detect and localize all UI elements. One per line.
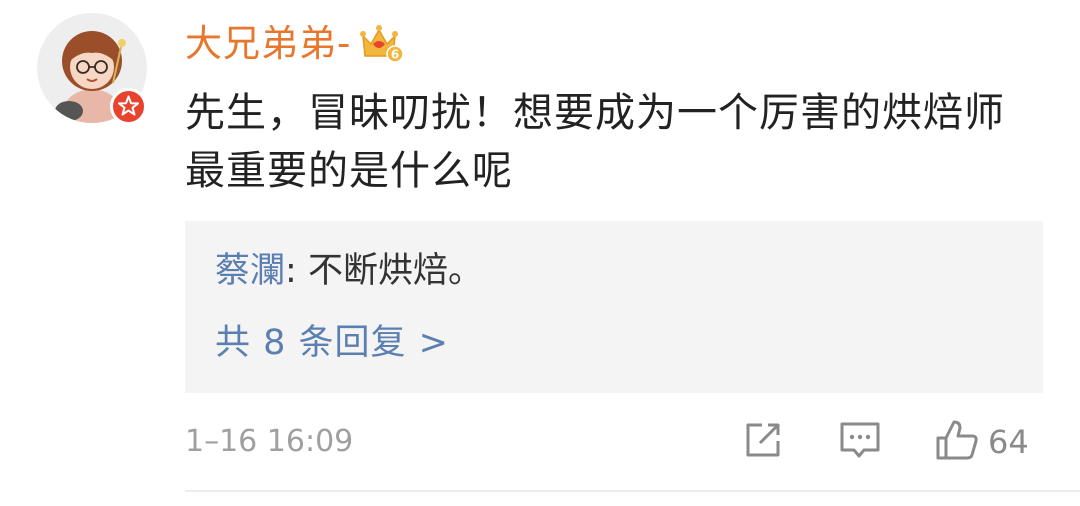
comment-text: 先生，冒昧叨扰！想要成为一个厉害的烘焙师最重要的是什么呢 [185, 90, 1005, 194]
share-button[interactable] [742, 419, 784, 465]
level-number: 6 [391, 48, 399, 62]
reply-author[interactable]: 蔡瀾 [215, 251, 285, 291]
username-row: 大兄弟弟- 6 [185, 18, 405, 68]
comment-item: 大兄弟弟- 6 先生，冒昧叨扰！想要成为一个厉害的烘焙师最重要的是什么呢 蔡瀾:… [0, 0, 1080, 506]
thumbs-up-icon [934, 418, 980, 466]
reply-text: 不断烘焙。 [307, 251, 483, 291]
verified-star-badge-icon [110, 88, 147, 125]
view-all-replies-link[interactable]: 共 8 条回复 > [215, 321, 449, 365]
like-button[interactable]: 64 [934, 419, 1029, 465]
comment-icon [838, 418, 882, 466]
crown-level-icon[interactable]: 6 [359, 22, 405, 64]
reply-separator: : [285, 251, 308, 291]
reply-preview-line: 蔡瀾: 不断烘焙。 [215, 249, 483, 293]
divider [185, 490, 1080, 492]
comment-button[interactable] [838, 419, 882, 465]
comment-timestamp: 1–16 16:09 [185, 424, 354, 459]
username[interactable]: 大兄弟弟- [185, 25, 351, 62]
like-count: 64 [988, 423, 1029, 461]
share-icon [742, 419, 784, 465]
reply-preview-box[interactable]: 蔡瀾: 不断烘焙。 共 8 条回复 > [185, 221, 1043, 393]
